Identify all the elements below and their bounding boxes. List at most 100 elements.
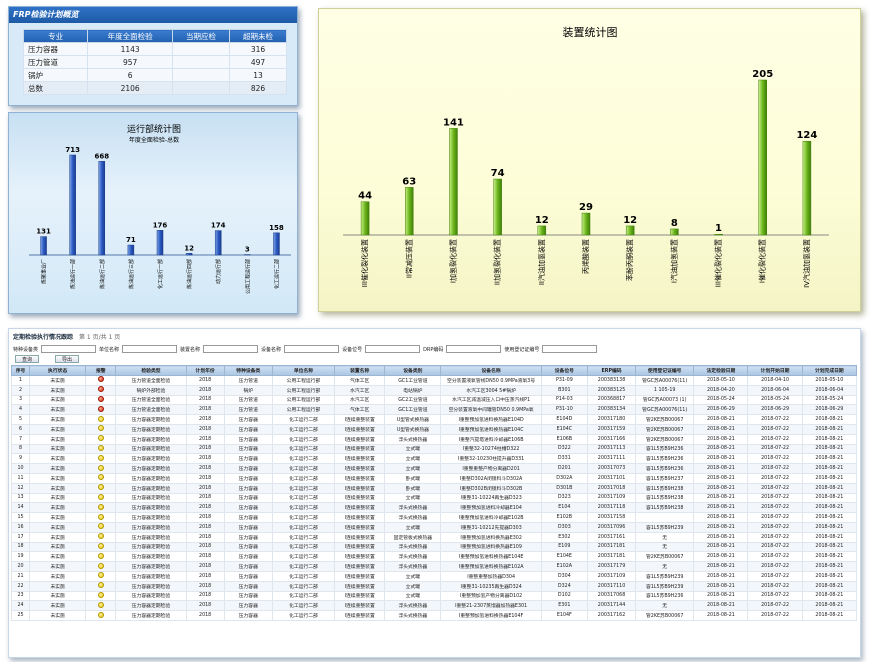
table-cell: 管2KE苏B00067 — [635, 610, 695, 621]
table-cell: 2018-07-22 — [747, 610, 803, 621]
table-cell: 固定管板式换热器 — [384, 531, 442, 543]
table-row[interactable]: 6 未实施 压力容器定期检验 2018 压力容器 化工运行二部 I连续重整装置 U型管式换热器… — [10, 423, 858, 435]
table-cell: 15 — [10, 512, 31, 523]
table-row[interactable]: 3 未实施 压力管道全面检验 2018 压力管道 公用工程运行部 水汽工区 GC2工业管道 水汽… — [10, 394, 858, 406]
dept-input[interactable] — [122, 345, 178, 353]
table-row[interactable]: 1 未实施 压力管道全面检验 2018 压力管道 公用工程运行部 气体工区 GC1工业管道 空分… — [10, 375, 858, 386]
column-header[interactable]: 计划完成日期 — [801, 365, 858, 376]
column-header[interactable]: 使用登记证编号 — [635, 365, 695, 376]
table-row[interactable]: 8 未实施 压力容器定期检验 2018 压力容器 化工运行二部 I连续重整装置 立式罐 I重整3… — [10, 443, 858, 455]
table-cell: I重整预加氢进料换热器E104E — [440, 551, 542, 563]
bar — [758, 79, 767, 236]
column-header[interactable]: 检验类型 — [115, 365, 187, 376]
table-row[interactable]: 20 未实施 压力容器定期检验 2018 压力容器 化工运行二部 I连续重整装置 浮头式换热器… — [10, 561, 858, 572]
column-header[interactable]: 特种设备类 — [223, 365, 273, 376]
alarm-cell — [85, 394, 117, 406]
summary-header: 专业 — [22, 29, 89, 43]
column-header[interactable]: 执行状态 — [29, 365, 87, 376]
alarm-icon — [97, 435, 104, 442]
table-cell: 容1L5苏B9H238 — [635, 492, 695, 504]
table-cell: 2018-08-21 — [801, 580, 858, 592]
table-cell: I连续重整装置 — [334, 453, 386, 465]
table-cell: 2018 — [185, 472, 225, 484]
export-button[interactable]: 导出 — [55, 355, 80, 363]
column-header[interactable]: 法定检验日期 — [693, 365, 749, 376]
table-row[interactable]: 24 未实施 压力容器定期检验 2018 压力容器 化工运行二部 I连续重整装置 浮头式换热器… — [10, 600, 858, 612]
tag-input[interactable] — [365, 345, 421, 353]
table-cell: 2018-08-21 — [801, 541, 858, 553]
table-row[interactable]: 4 未实施 压力管道全面检验 2018 压力管道 公用工程运行部 气体工区 GC1工业管道 空分… — [10, 404, 858, 416]
table-cell: 2018-07-22 — [747, 472, 803, 484]
table-cell: 未实施 — [29, 375, 87, 386]
bar-value-label: 3 — [245, 246, 250, 254]
table-cell: 未实施 — [29, 502, 87, 514]
table-cell: 压力容器 — [223, 482, 273, 494]
table-row[interactable]: 25 未实施 压力容器定期检验 2018 压力容器 化工运行二部 I连续重整装置 浮头式换热器… — [10, 610, 858, 621]
table-cell: I重整预加氢进料换热器E104C — [440, 423, 542, 435]
pager[interactable]: 第 1 页/共 1 页 — [79, 332, 120, 341]
alarm-cell — [85, 443, 117, 455]
table-row[interactable]: 23 未实施 压力容器定期检验 2018 压力容器 化工运行二部 I连续重整装置 立式罐 I重整… — [10, 590, 858, 602]
table-row[interactable]: 16 未实施 压力容器定期检验 2018 压力容器 化工运行二部 I连续重整装置 立式罐 I重整… — [10, 521, 858, 533]
table-cell: 压力容器 — [223, 600, 273, 612]
table-row[interactable]: 13 未实施 压力容器定期检验 2018 压力容器 化工运行二部 I连续重整装置 立式罐 I重整… — [10, 492, 858, 504]
table-row[interactable]: 11 未实施 压力容器定期检验 2018 压力容器 化工运行二部 I连续重整装置 卧式罐 I重整… — [10, 472, 858, 484]
column-header[interactable]: 设备位号 — [540, 365, 588, 376]
table-cell: 化工运行二部 — [271, 512, 336, 523]
column-header[interactable]: 计划年份 — [185, 365, 225, 376]
table-row[interactable]: 21 未实施 压力容器定期检验 2018 压力容器 化工运行二部 I连续重整装置 立式罐 I重整… — [10, 570, 858, 582]
table-cell: 200317158 — [586, 512, 637, 523]
table-cell: 1 — [10, 375, 31, 386]
table-cell: 2018 — [185, 453, 225, 465]
table-row[interactable]: 17 未实施 压力容器定期检验 2018 压力容器 化工运行二部 I连续重整装置 固定管板式换… — [10, 531, 858, 543]
table-cell: E104F — [540, 610, 588, 621]
table-row[interactable]: 12 未实施 压力容器定期检验 2018 压力容器 化工运行二部 I连续重整装置 卧式罐 I重整… — [10, 482, 858, 494]
unit-input[interactable] — [203, 345, 259, 353]
column-header[interactable]: 序号 — [10, 365, 31, 376]
summary-cell: 2106 — [87, 81, 173, 95]
table-cell: 24 — [10, 600, 31, 612]
alarm-icon — [97, 454, 104, 461]
table-row[interactable]: 2 未实施 锅炉外部检验 2018 锅炉 公用工程运行部 水汽工区 电站锅炉 水汽工区3004 … — [10, 384, 858, 396]
table-cell: 压力管道全面检验 — [115, 394, 187, 406]
table-row[interactable]: 18 未实施 压力容器定期检验 2018 压力容器 化工运行二部 I连续重整装置 浮头式换热器… — [10, 541, 858, 553]
table-cell: 压力容器定期检验 — [115, 551, 187, 563]
erp-input[interactable] — [446, 345, 502, 353]
table-cell: 2018-06-04 — [801, 384, 858, 396]
equip-input[interactable] — [284, 345, 340, 353]
alarm-cell — [85, 463, 117, 474]
table-cell: 200368817 — [586, 394, 637, 406]
table-row[interactable]: 5 未实施 压力容器定期检验 2018 压力容器 化工运行二部 I连续重整装置 U型管式换热器… — [10, 414, 858, 425]
column-header[interactable]: ERP编码 — [586, 365, 637, 376]
category-select[interactable] — [41, 345, 97, 353]
summary-table: 专业 年度全面检验 当期应检 超期未检 压力容器 1143 316 压力管道 957 497 锅炉… — [22, 29, 288, 95]
table-cell: 2018-07-22 — [747, 463, 803, 474]
table-cell: 2018-08-21 — [693, 502, 749, 514]
column-header[interactable]: 计划开始日期 — [747, 365, 803, 376]
table-cell: 浮头式换热器 — [384, 502, 442, 514]
column-header[interactable]: 装置名称 — [334, 365, 386, 376]
table-cell: 2018-06-04 — [747, 384, 803, 396]
table-row[interactable]: 14 未实施 压力容器定期检验 2018 压力容器 化工运行二部 I连续重整装置 浮头式换热器… — [10, 502, 858, 514]
table-cell: 200317113 — [586, 443, 637, 455]
alarm-icon — [97, 405, 104, 412]
query-button[interactable]: 查询 — [15, 355, 40, 363]
table-cell: 2018-07-22 — [747, 482, 803, 494]
table-row[interactable]: 10 未实施 压力容器定期检验 2018 压力容器 化工运行二部 I连续重整装置 立式罐 I重整… — [10, 463, 858, 474]
table-cell: 压力容器定期检验 — [115, 590, 187, 602]
cert-input[interactable] — [542, 345, 598, 353]
alarm-cell — [85, 453, 117, 465]
table-row[interactable]: 19 未实施 压力容器定期检验 2018 压力容器 化工运行二部 I连续重整装置 浮头式换热器… — [10, 551, 858, 563]
column-header[interactable]: 报警 — [85, 365, 117, 376]
column-header[interactable]: 设备名称 — [440, 365, 542, 376]
alarm-cell — [85, 433, 117, 445]
table-row[interactable]: 22 未实施 压力容器定期检验 2018 压力容器 化工运行二部 I连续重整装置 立式罐 I重整… — [10, 580, 858, 592]
column-header[interactable]: 设备类别 — [384, 365, 442, 376]
table-row[interactable]: 7 未实施 压力容器定期检验 2018 压力容器 化工运行二部 I连续重整装置 浮头式换热器 I… — [10, 433, 858, 445]
table-cell: 公用工程运行部 — [271, 375, 336, 386]
alarm-cell — [85, 512, 117, 523]
table-row[interactable]: 9 未实施 压力容器定期检验 2018 压力容器 化工运行二部 I连续重整装置 立式罐 I重整3… — [10, 453, 858, 465]
bar-value-label: 131 — [36, 228, 51, 236]
table-row[interactable]: 15 未实施 压力容器定期检验 2018 压力容器 化工运行二部 I连续重整装置 浮头式换热器… — [10, 512, 858, 523]
column-header[interactable]: 单位名称 — [271, 365, 336, 376]
